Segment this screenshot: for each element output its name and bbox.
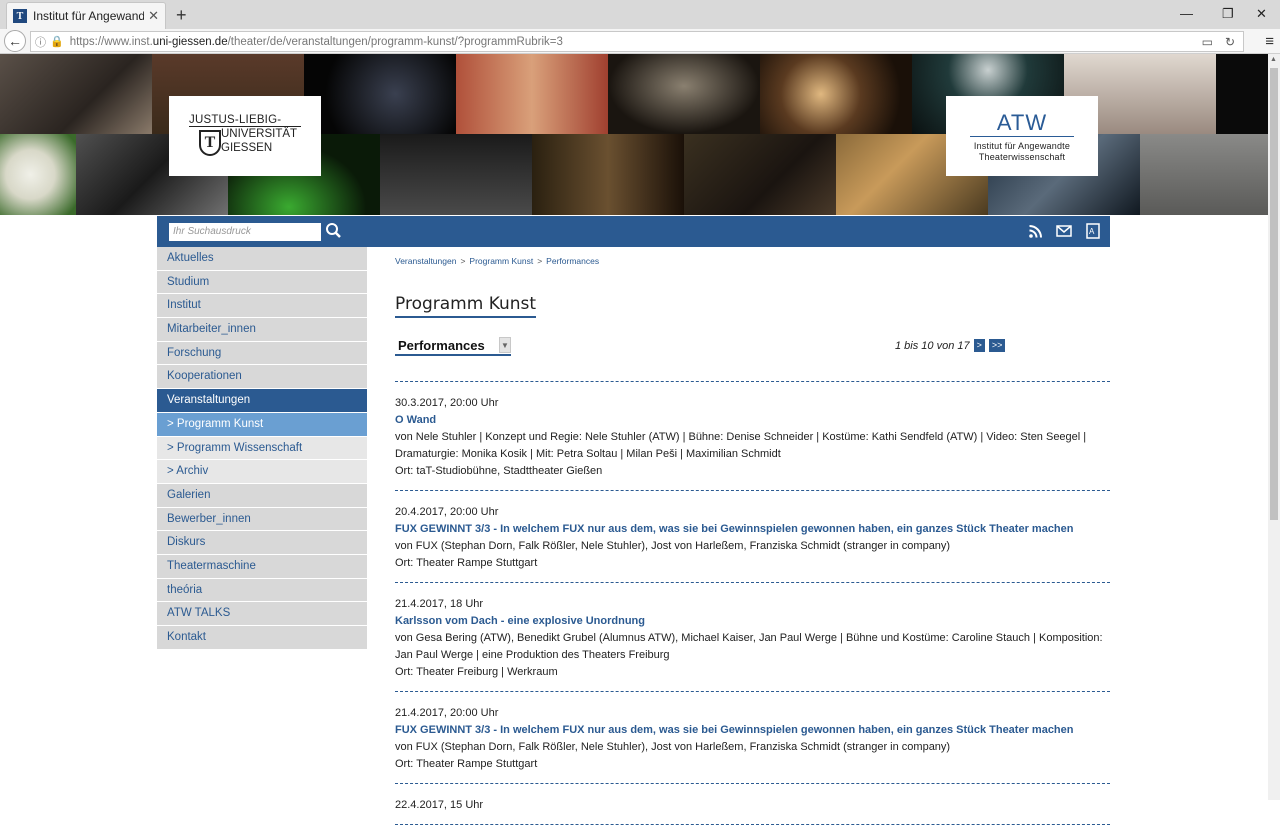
- event-date: 30.3.2017, 20:00 Uhr: [395, 397, 499, 409]
- event-location: Ort: taT-Studiobühne, Stadttheater Gieße…: [395, 465, 603, 477]
- page-title: Programm Kunst: [395, 294, 537, 318]
- breadcrumb-item[interactable]: Veranstaltungen: [395, 256, 456, 266]
- banner-photo: [0, 54, 152, 134]
- browser-tab-bar: T Institut für Angewandte The ✕ + — ❐ ✕: [0, 0, 1280, 29]
- site-favicon-icon: T: [13, 9, 27, 23]
- event-date: 21.4.2017, 20:00 Uhr: [395, 707, 499, 719]
- banner-photo: [456, 54, 608, 134]
- svg-text:A: A: [1089, 227, 1095, 236]
- event-date: 21.4.2017, 18 Uhr: [395, 598, 484, 610]
- address-bar: ← ⓘ 🔒 https://www.inst.uni-giessen.de/th…: [0, 29, 1280, 54]
- event-title[interactable]: Karlsson vom Dach - eine explosive Unord…: [395, 613, 1110, 630]
- sidebar-item[interactable]: > Programm Kunst: [157, 412, 367, 437]
- new-tab-icon[interactable]: +: [176, 5, 187, 26]
- browser-tab[interactable]: T Institut für Angewandte The ✕: [6, 2, 166, 29]
- sidebar-item[interactable]: Bewerber_innen: [157, 507, 367, 532]
- event-description: von FUX (Stephan Dorn, Falk Rößler, Nele…: [395, 741, 951, 753]
- banner-photo: [0, 134, 76, 215]
- window-close-icon[interactable]: ✕: [1256, 6, 1267, 22]
- rubrik-selected-value: Performances: [398, 338, 485, 353]
- top-toolbar: Ihr Suchausdruck A: [157, 216, 1110, 247]
- hamburger-menu-icon[interactable]: ≡: [1265, 33, 1274, 50]
- sidebar-item[interactable]: Institut: [157, 294, 367, 319]
- reader-view-icon[interactable]: ▭: [1202, 35, 1213, 49]
- chevron-down-icon[interactable]: ▼: [499, 337, 511, 353]
- sidebar-item[interactable]: Diskurs: [157, 531, 367, 555]
- event-location: Ort: Theater Freiburg | Werkraum: [395, 666, 558, 678]
- search-input[interactable]: Ihr Suchausdruck: [169, 223, 321, 241]
- sidebar-item[interactable]: Kooperationen: [157, 365, 367, 390]
- event-description: von Gesa Bering (ATW), Benedikt Grubel (…: [395, 632, 1103, 661]
- next-page-button[interactable]: >: [973, 339, 985, 352]
- maximize-icon[interactable]: ❐: [1222, 6, 1234, 22]
- sidebar-item[interactable]: ATW TALKS: [157, 602, 367, 626]
- last-page-button[interactable]: >>: [988, 339, 1006, 352]
- jlu-logo[interactable]: JUSTUS-LIEBIG- T UNIVERSITÄT GIESSEN: [169, 96, 321, 176]
- event-location: Ort: Theater Rampe Stuttgart: [395, 758, 538, 770]
- sidebar-item[interactable]: theória: [157, 578, 367, 603]
- minimize-icon[interactable]: —: [1180, 6, 1193, 21]
- banner-photo: [1216, 54, 1268, 134]
- sidebar-nav: Aktuelles Studium Institut Mitarbeiter_inne…: [157, 247, 367, 650]
- reload-icon[interactable]: ↻: [1225, 35, 1235, 49]
- breadcrumb-item[interactable]: Programm Kunst: [469, 256, 533, 266]
- sidebar-item[interactable]: Aktuelles: [157, 247, 367, 271]
- event-item: 30.3.2017, 20:00 Uhr O Wand von Nele Stuhl…: [395, 382, 1110, 491]
- banner-photo: [1140, 134, 1268, 215]
- info-icon[interactable]: ⓘ: [35, 34, 46, 50]
- event-description: von FUX (Stephan Dorn, Falk Rößler, Nele…: [395, 540, 951, 552]
- lock-icon: 🔒: [50, 36, 64, 48]
- sidebar-item[interactable]: Galerien: [157, 483, 367, 508]
- scrollbar-thumb[interactable]: [1270, 68, 1278, 520]
- event-item: 21.4.2017, 20:00 Uhr FUX GEWINNT 3/3 - In…: [395, 692, 1110, 784]
- sidebar-item[interactable]: Theatermaschine: [157, 554, 367, 579]
- banner-photo: [304, 54, 456, 134]
- event-date: 20.4.2017, 20:00 Uhr: [395, 506, 499, 518]
- event-item: 22.4.2017, 15 Uhr: [395, 784, 1110, 825]
- rubrik-select[interactable]: Performances ▼: [395, 336, 511, 356]
- jlu-seal-icon: T: [199, 130, 221, 156]
- mail-icon[interactable]: [1056, 223, 1072, 239]
- pagination-status: 1 bis 10 von 17: [895, 339, 970, 352]
- banner-photo: [532, 134, 684, 215]
- banner-photo: [380, 134, 532, 215]
- breadcrumb-item[interactable]: Performances: [546, 256, 599, 266]
- sidebar-item[interactable]: Studium: [157, 270, 367, 295]
- banner-photo: [608, 54, 760, 134]
- sidebar-item[interactable]: Forschung: [157, 341, 367, 366]
- page-scrollbar[interactable]: ▲: [1268, 54, 1280, 800]
- event-description: von Nele Stuhler | Konzept und Regie: Ne…: [395, 431, 1087, 460]
- url-text[interactable]: https://www.inst.uni-giessen.de/theater/…: [70, 36, 1202, 48]
- event-title[interactable]: O Wand: [395, 412, 1110, 429]
- atw-logo[interactable]: ATW Institut für Angewandte Theaterwisse…: [946, 96, 1098, 176]
- back-arrow-icon[interactable]: ←: [4, 30, 26, 52]
- event-item: 20.4.2017, 20:00 Uhr FUX GEWINNT 3/3 - In…: [395, 491, 1110, 583]
- event-item: 21.4.2017, 18 Uhr Karlsson vom Dach - ein…: [395, 583, 1110, 692]
- event-title[interactable]: FUX GEWINNT 3/3 - In welchem FUX nur aus…: [395, 521, 1110, 538]
- banner-photo: [760, 54, 912, 134]
- sidebar-item[interactable]: Veranstaltungen: [157, 389, 367, 413]
- language-switch-icon[interactable]: A: [1086, 223, 1100, 239]
- scroll-up-icon[interactable]: ▲: [1270, 56, 1277, 63]
- event-location: Ort: Theater Rampe Stuttgart: [395, 557, 538, 569]
- search-icon[interactable]: [325, 221, 343, 241]
- sidebar-item[interactable]: > Programm Wissenschaft: [157, 436, 367, 461]
- pagination: 1 bis 10 von 17 > >>: [895, 339, 1006, 352]
- close-tab-icon[interactable]: ✕: [148, 8, 159, 24]
- breadcrumb: Veranstaltungen > Programm Kunst > Performan…: [395, 256, 600, 266]
- sidebar-item[interactable]: > Archiv: [157, 460, 367, 484]
- sidebar-item[interactable]: Kontakt: [157, 626, 367, 650]
- sidebar-item[interactable]: Mitarbeiter_innen: [157, 318, 367, 342]
- url-field[interactable]: ⓘ 🔒 https://www.inst.uni-giessen.de/thea…: [30, 31, 1244, 52]
- event-list: 30.3.2017, 20:00 Uhr O Wand von Nele Stuhl…: [395, 381, 1110, 825]
- banner-photo: [684, 134, 836, 215]
- rss-icon[interactable]: [1028, 223, 1042, 239]
- event-title[interactable]: FUX GEWINNT 3/3 - In welchem FUX nur aus…: [395, 722, 1110, 739]
- tab-title: Institut für Angewandte The: [33, 9, 145, 23]
